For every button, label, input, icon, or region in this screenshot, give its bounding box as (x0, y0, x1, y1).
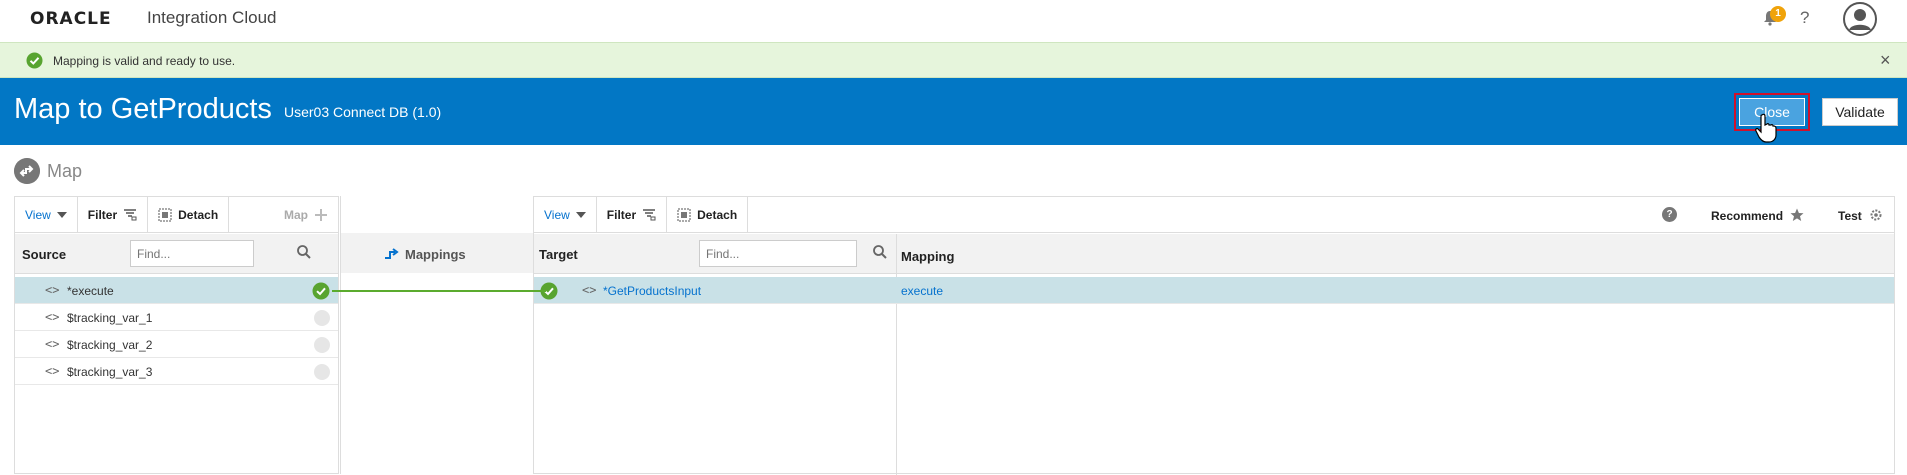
column-divider (896, 234, 897, 475)
detach-icon (677, 208, 691, 221)
product-name: Integration Cloud (147, 8, 277, 27)
target-column-header: Target Mapping (534, 234, 1894, 274)
section-title: Map (47, 161, 83, 181)
mapped-check-icon (312, 282, 330, 300)
oracle-logo: ORACLE (30, 9, 112, 29)
filter-label: Filter (87, 207, 118, 222)
source-detach-button[interactable]: Detach (148, 196, 230, 233)
map-icon (14, 158, 40, 184)
element-icon: <> (45, 310, 60, 324)
integration-name: User03 Connect DB (1.0) (284, 104, 442, 120)
filter-label: Filter (606, 207, 637, 222)
source-row-name: $tracking_var_2 (67, 338, 153, 352)
element-icon: <> (45, 337, 60, 351)
mappings-panel: Mappings (340, 196, 534, 474)
mapping-connector-line (332, 290, 546, 292)
mapping-expression[interactable]: execute (901, 284, 943, 298)
page-title: Map to GetProducts (14, 93, 272, 125)
map-plus-icon (315, 208, 327, 221)
hand-cursor-icon (1755, 113, 1777, 143)
recommend-button[interactable]: Recommend (1711, 208, 1804, 223)
detach-icon (158, 208, 172, 221)
source-column-label: Source (22, 247, 67, 262)
banner-message: Mapping is valid and ready to use. (53, 54, 236, 68)
check-circle-icon (26, 52, 43, 69)
source-row[interactable]: <> $tracking_var_1 (15, 304, 338, 331)
user-avatar-icon[interactable] (1843, 2, 1877, 36)
search-icon[interactable] (296, 244, 312, 260)
target-toolbar: View Filter Detach (534, 196, 1894, 233)
source-row-name: $tracking_var_3 (67, 365, 153, 379)
unmapped-dot-icon (314, 364, 330, 380)
target-column-label: Target (539, 247, 578, 262)
map-button-label: Map (284, 207, 308, 222)
element-icon: <> (582, 283, 597, 297)
view-label: View (544, 207, 570, 222)
notification-badge: 1 (1770, 6, 1786, 22)
target-row-name[interactable]: *GetProductsInput (603, 284, 701, 298)
test-button[interactable]: Test (1838, 208, 1883, 223)
filter-icon (643, 208, 656, 220)
top-bar: ORACLE Integration Cloud 1 ? (0, 0, 1907, 40)
source-toolbar: View Filter Detach Map (15, 196, 338, 233)
help-circle-icon[interactable]: ? (1662, 207, 1677, 222)
target-row[interactable]: <> *GetProductsInput execute (534, 277, 1894, 304)
chevron-down-icon (575, 211, 586, 218)
source-find-input[interactable] (130, 240, 254, 267)
mappings-title: Mappings (405, 247, 466, 262)
source-row-name: *execute (67, 284, 114, 298)
element-icon: <> (45, 283, 60, 297)
target-panel: View Filter Detach ? Recommend Test Targ… (533, 196, 1895, 475)
page-header: Map to GetProducts User03 Connect DB (1.… (0, 78, 1907, 145)
mappings-icon (385, 248, 399, 259)
banner-close-icon[interactable]: × (1880, 50, 1891, 71)
mappings-header: Mappings (341, 233, 534, 273)
filter-icon (124, 208, 137, 220)
source-map-button[interactable]: Map (274, 197, 338, 233)
target-view-menu[interactable]: View (534, 196, 597, 233)
success-banner: Mapping is valid and ready to use. × (0, 42, 1907, 78)
mapping-column-label: Mapping (901, 249, 955, 264)
source-panel: View Filter Detach Map Source Find... <>… (14, 196, 339, 474)
test-label: Test (1838, 209, 1862, 223)
detach-label: Detach (178, 207, 219, 222)
chevron-down-icon (56, 211, 67, 218)
search-icon[interactable] (872, 244, 888, 260)
target-filter-button[interactable]: Filter (597, 196, 668, 233)
source-row[interactable]: <> $tracking_var_2 (15, 331, 338, 358)
validate-button[interactable]: Validate (1822, 98, 1898, 126)
target-find-input[interactable] (699, 240, 857, 267)
source-filter-button[interactable]: Filter (78, 196, 149, 233)
source-row[interactable]: <> *execute (15, 277, 338, 304)
gear-icon (1870, 209, 1882, 221)
recommend-label: Recommend (1711, 209, 1784, 223)
source-row-name: $tracking_var_1 (67, 311, 153, 325)
unmapped-dot-icon (314, 310, 330, 326)
element-icon: <> (45, 364, 60, 378)
target-detach-button[interactable]: Detach (667, 196, 749, 233)
detach-label: Detach (697, 207, 738, 222)
view-label: View (25, 207, 51, 222)
unmapped-dot-icon (314, 337, 330, 353)
star-icon (1790, 208, 1804, 221)
source-column-header: Source (15, 234, 338, 274)
source-view-menu[interactable]: View (15, 196, 78, 233)
source-row[interactable]: <> $tracking_var_3 (15, 358, 338, 385)
help-icon[interactable]: ? (1800, 8, 1809, 28)
